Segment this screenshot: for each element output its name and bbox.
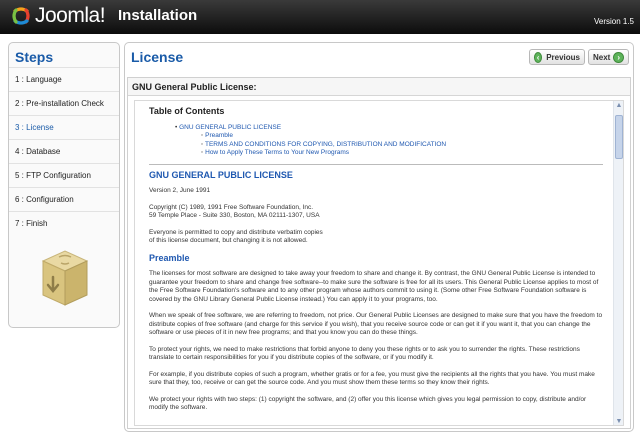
step-pre-installation-check[interactable]: 2 : Pre-installation Check	[9, 91, 119, 115]
version-line: Version 2, June 1991	[149, 187, 211, 194]
toc-link-how-to-apply[interactable]: How to Apply These Terms to Your New Pro…	[201, 149, 603, 158]
toc-link-gpl[interactable]: GNU GENERAL PUBLIC LICENSE	[175, 124, 603, 133]
step-ftp-configuration[interactable]: 5 : FTP Configuration	[9, 163, 119, 187]
step-license[interactable]: 3 : License	[9, 115, 119, 139]
step-language[interactable]: 1 : Language	[9, 67, 119, 91]
preamble-paragraph-3: To protect your rights, we need to make …	[149, 345, 580, 362]
logo-text: Joomla!	[35, 4, 106, 27]
install-box-icon	[41, 250, 89, 306]
license-box: GNU General Public License: Table of Con…	[127, 77, 631, 429]
section-title: License	[131, 49, 184, 65]
main-panel: License ‹ Previous Next › GNU General Pu…	[124, 42, 634, 432]
preamble-title: Preamble	[149, 252, 190, 263]
next-button[interactable]: Next ›	[588, 49, 629, 65]
toc-link-preamble[interactable]: Preamble	[201, 132, 603, 141]
license-heading: GNU General Public License:	[128, 78, 630, 96]
toc-link-terms[interactable]: TERMS AND CONDITIONS FOR COPYING, DISTRI…	[201, 141, 603, 150]
step-finish[interactable]: 7 : Finish	[9, 211, 119, 235]
toc-title: Table of Contents	[149, 106, 225, 116]
gpl-title: GNU GENERAL PUBLIC LICENSE	[149, 169, 293, 180]
joomla-logo-icon	[12, 7, 30, 25]
divider	[149, 163, 603, 165]
step-database[interactable]: 4 : Database	[9, 139, 119, 163]
everyone-line-1: Everyone is permitted to copy and distri…	[149, 228, 323, 236]
next-arrow-icon: ›	[613, 51, 624, 63]
preamble-paragraph-5: We protect your rights with two steps: (…	[149, 395, 587, 412]
header-bar: Joomla! Installation Version 1.5	[0, 0, 640, 34]
joomla-logo: Joomla!	[10, 4, 106, 28]
scroll-thumb[interactable]	[615, 115, 623, 159]
steps-panel: Steps 1 : Language 2 : Pre-installation …	[8, 42, 120, 328]
version-label: Version 1.5	[593, 17, 634, 26]
step-configuration[interactable]: 6 : Configuration	[9, 187, 119, 211]
steps-title: Steps	[15, 49, 54, 65]
license-scrollbar[interactable]: ▲ ▼	[613, 101, 623, 425]
license-scroll-area[interactable]: Table of Contents GNU GENERAL PUBLIC LIC…	[134, 100, 624, 426]
copyright-line-1: Copyright (C) 1989, 1991 Free Software F…	[149, 203, 314, 211]
everyone-line-2: of this license document, but changing i…	[149, 237, 308, 244]
scroll-down-icon[interactable]: ▼	[615, 418, 623, 425]
previous-button[interactable]: ‹ Previous	[529, 49, 585, 65]
preamble-paragraph-1: The licenses for most software are desig…	[149, 270, 599, 303]
preamble-paragraph-2: When we speak of free software, we are r…	[149, 312, 603, 336]
preamble-paragraph-4: For example, if you distribute copies of…	[149, 370, 595, 387]
license-text: Table of Contents GNU GENERAL PUBLIC LIC…	[149, 107, 603, 421]
next-label: Next	[593, 52, 611, 62]
page-title: Installation	[118, 7, 198, 24]
copyright-line-2: 59 Temple Place - Suite 330, Boston, MA …	[149, 212, 320, 219]
scroll-up-icon[interactable]: ▲	[615, 102, 623, 110]
previous-arrow-icon: ‹	[534, 51, 543, 63]
previous-label: Previous	[546, 52, 580, 62]
